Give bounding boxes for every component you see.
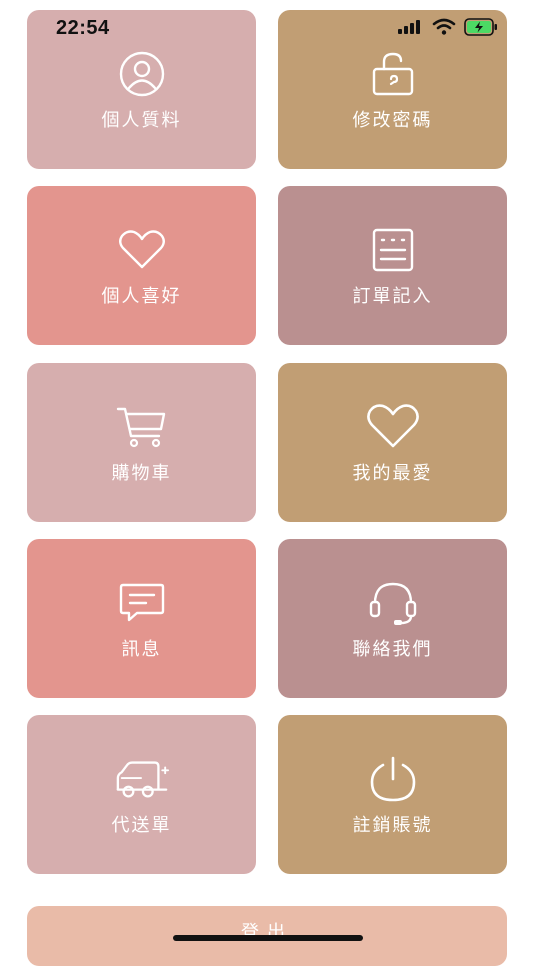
tile-preferences[interactable]: 個人喜好: [27, 186, 256, 345]
tile-cancel-account-label: 註銷賬號: [352, 815, 433, 836]
wifi-icon: [432, 18, 456, 40]
status-icons: [398, 18, 498, 40]
order-record-icon: [365, 226, 421, 274]
headset-icon: [365, 579, 421, 627]
heart-icon: [365, 403, 421, 451]
tile-favorites[interactable]: 我的最愛: [278, 363, 507, 522]
tile-shopping-cart-label: 購物車: [111, 463, 172, 484]
cart-icon: [114, 403, 170, 451]
tile-shopping-cart[interactable]: 購物車: [27, 363, 256, 522]
status-bar: 22:54: [0, 0, 534, 56]
tile-order-records[interactable]: 訂單記入: [278, 186, 507, 345]
delivery-car-icon: [114, 755, 170, 803]
tile-cancel-account[interactable]: 註銷賬號: [278, 715, 507, 874]
tile-preferences-label: 個人喜好: [101, 286, 182, 307]
heart-outline-icon: [114, 226, 170, 274]
signal-icon: [398, 19, 424, 39]
tile-delivery-order[interactable]: 代送單: [27, 715, 256, 874]
tile-contact-us[interactable]: 聯絡我們: [278, 539, 507, 698]
tile-delivery-order-label: 代送單: [111, 815, 172, 836]
home-indicator[interactable]: [173, 935, 363, 941]
battery-icon: [464, 18, 498, 40]
tile-messages[interactable]: 訊息: [27, 539, 256, 698]
tile-favorites-label: 我的最愛: [352, 463, 433, 484]
tile-change-password-label: 修改密碼: [352, 110, 433, 131]
tile-contact-us-label: 聯絡我們: [352, 639, 433, 660]
power-icon: [365, 755, 421, 803]
unlock-icon: [365, 50, 421, 98]
tile-profile-label: 個人質料: [101, 110, 182, 131]
status-time: 22:54: [56, 17, 110, 39]
tile-messages-label: 訊息: [121, 639, 162, 660]
person-icon: [114, 50, 170, 98]
message-icon: [114, 579, 170, 627]
tile-order-records-label: 訂單記入: [352, 286, 433, 307]
